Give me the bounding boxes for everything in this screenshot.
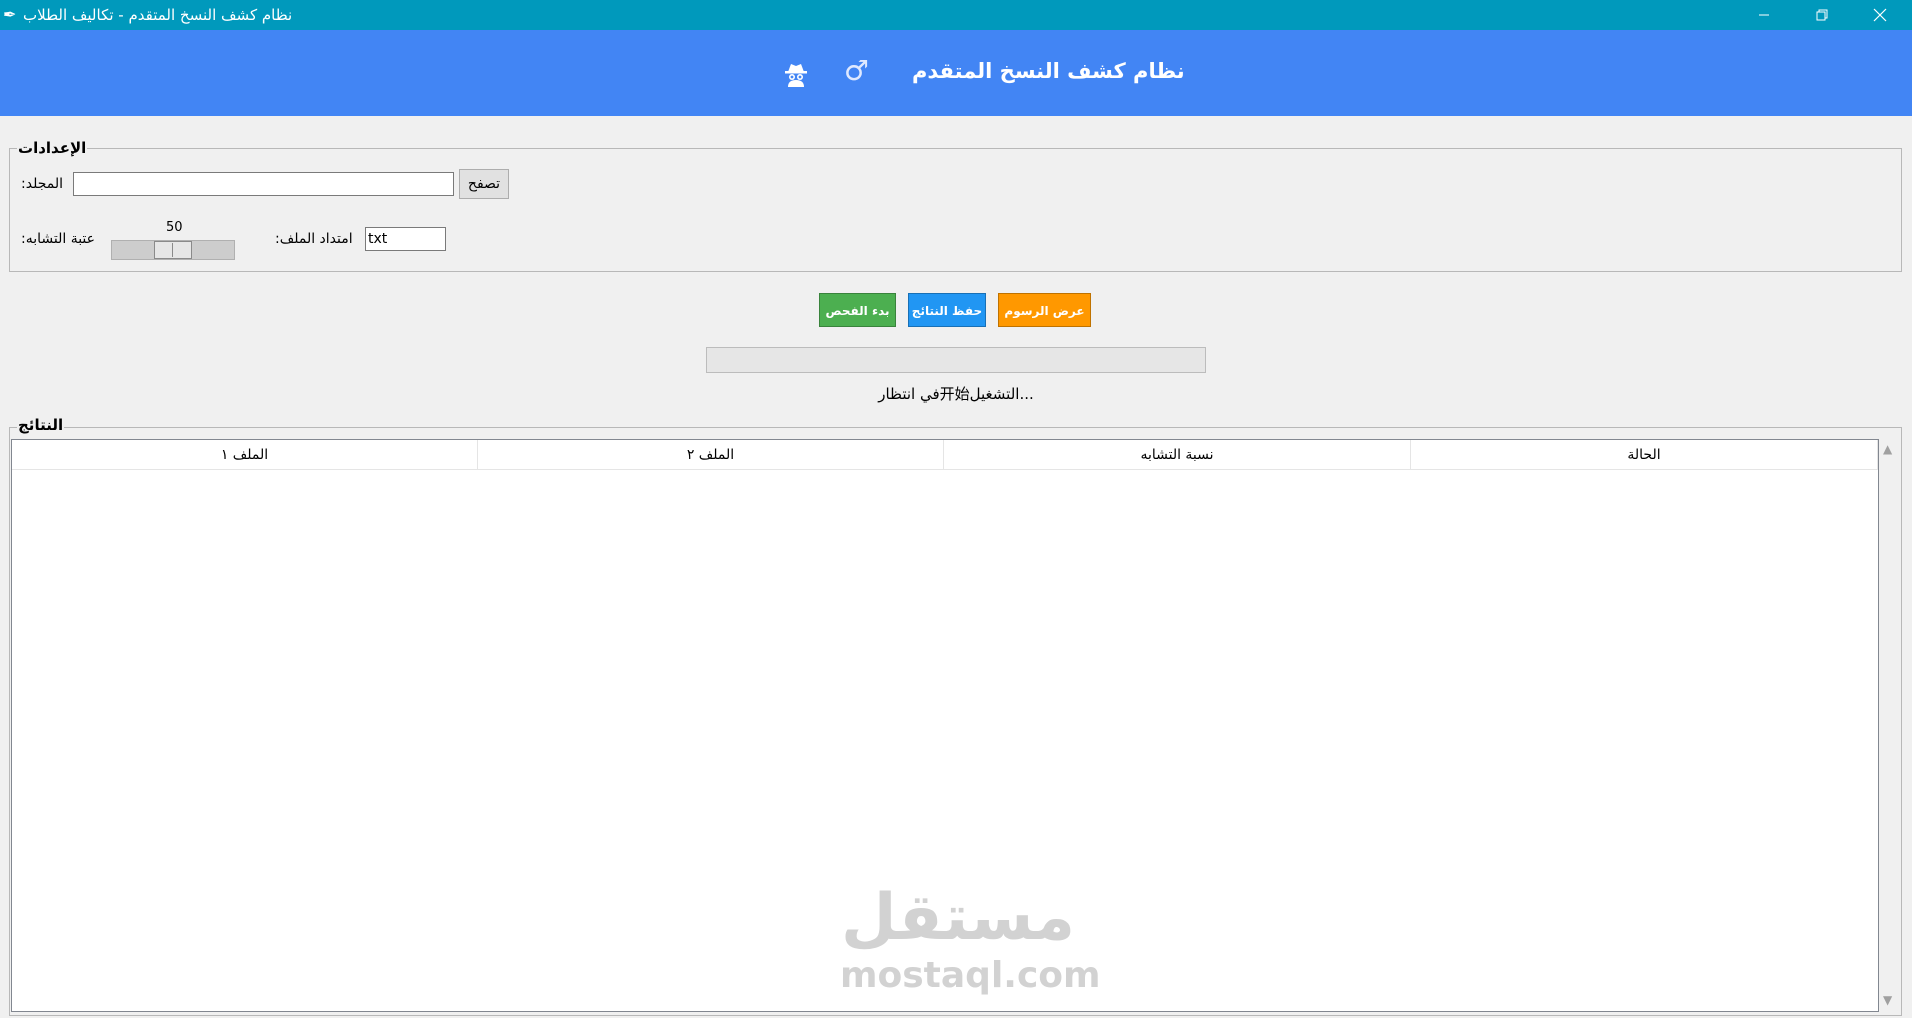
status-text: في انتظار开始التشغيل... xyxy=(878,385,1034,403)
male-symbol-icon: ♂ xyxy=(844,54,870,87)
threshold-label: :عتبة التشابه xyxy=(21,231,96,247)
minimize-button[interactable] xyxy=(1736,0,1792,30)
column-header-file1[interactable]: الملف ١ xyxy=(12,440,478,470)
browse-button[interactable]: تصفح xyxy=(459,169,509,199)
minimize-icon xyxy=(1759,14,1769,16)
extension-input[interactable]: txt xyxy=(365,227,446,251)
close-icon xyxy=(1873,8,1887,22)
settings-groupbox xyxy=(9,148,1902,272)
save-results-button[interactable]: حفظ النتائج xyxy=(908,293,986,327)
threshold-slider-handle[interactable] xyxy=(154,241,192,259)
watermark: مستقل mostaql.com xyxy=(840,880,1101,996)
extension-label: :امتداد الملف xyxy=(275,231,353,247)
results-title: النتائج xyxy=(17,416,65,434)
close-button[interactable] xyxy=(1852,0,1908,30)
watermark-logo: مستقل xyxy=(840,881,1076,955)
progress-bar xyxy=(706,347,1206,373)
window-titlebar[interactable]: ✒ نظام كشف النسخ المتقدم - تكاليف الطلاب xyxy=(0,0,1912,30)
feather-icon: ✒ xyxy=(3,5,17,24)
folder-input[interactable] xyxy=(73,172,454,196)
vertical-scrollbar[interactable] xyxy=(1881,439,1898,1012)
folder-label: :المجلد xyxy=(21,176,63,192)
threshold-value: 50 xyxy=(166,220,183,235)
column-header-similarity[interactable]: نسبة التشابه xyxy=(944,440,1411,470)
scroll-up-arrow-icon[interactable]: ▲ xyxy=(1883,442,1892,456)
settings-title: الإعدادات xyxy=(17,139,88,157)
spy-icon xyxy=(785,64,807,87)
column-header-status[interactable]: الحالة xyxy=(1411,440,1878,470)
window-title: نظام كشف النسخ المتقدم - تكاليف الطلاب xyxy=(23,6,293,24)
scroll-down-arrow-icon[interactable]: ▼ xyxy=(1883,993,1892,1007)
restore-button[interactable] xyxy=(1794,0,1850,30)
show-charts-button[interactable]: عرض الرسوم xyxy=(998,293,1091,327)
restore-icon xyxy=(1816,9,1828,21)
watermark-url: mostaql.com xyxy=(840,955,1101,996)
column-header-file2[interactable]: الملف ٢ xyxy=(478,440,944,470)
start-scan-button[interactable]: بدء الفحص xyxy=(819,293,896,327)
page-title: نظام كشف النسخ المتقدم xyxy=(912,59,1185,83)
